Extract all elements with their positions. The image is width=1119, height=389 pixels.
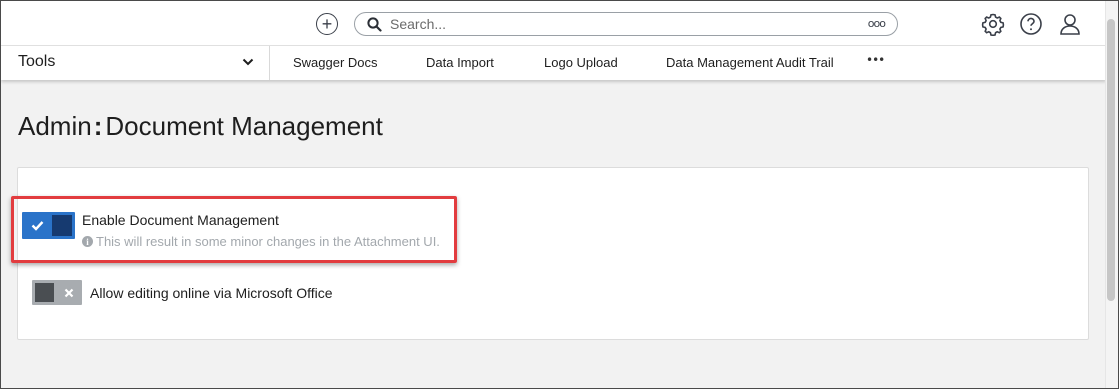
- top-bar: + ooo: [1, 1, 1106, 46]
- page-title-main: Document Management: [105, 111, 383, 141]
- hint-text: This will result in some minor changes i…: [96, 234, 440, 249]
- scrollbar[interactable]: [1105, 1, 1118, 388]
- page-title: Admin: Document Management: [18, 111, 383, 142]
- search-input[interactable]: [390, 15, 820, 33]
- enable-document-management-toggle[interactable]: [22, 212, 75, 239]
- toggle-knob: [35, 283, 54, 302]
- nav-more-button[interactable]: •••: [866, 53, 885, 67]
- chevron-down-icon: [242, 58, 254, 66]
- allow-online-editing-label: Allow editing online via Microsoft Offic…: [90, 285, 333, 301]
- toggle-knob: [52, 215, 72, 236]
- user-icon[interactable]: [1058, 12, 1082, 36]
- info-icon: i: [82, 236, 93, 247]
- close-icon: [64, 288, 74, 298]
- nav-item-data-import[interactable]: Data Import: [426, 55, 494, 70]
- app-window: + ooo Tools Sw: [0, 0, 1119, 389]
- page-title-prefix: Admin: [18, 111, 92, 141]
- gear-icon[interactable]: [981, 12, 1005, 36]
- enable-document-management-hint: i This will result in some minor changes…: [82, 234, 440, 249]
- nav-item-logo-upload[interactable]: Logo Upload: [544, 55, 618, 70]
- page-title-separator: :: [93, 111, 103, 141]
- tools-dropdown[interactable]: Tools: [1, 46, 270, 80]
- plus-circle-icon[interactable]: +: [316, 13, 338, 35]
- nav-bar: Tools Swagger Docs Data Import Logo Uplo…: [1, 46, 1106, 80]
- search-box[interactable]: ooo: [354, 12, 898, 36]
- allow-online-editing-toggle[interactable]: [32, 280, 82, 305]
- tools-label: Tools: [18, 53, 56, 70]
- nav-item-data-management-audit-trail[interactable]: Data Management Audit Trail: [666, 55, 834, 70]
- help-circle-icon[interactable]: [1019, 12, 1043, 36]
- search-options-button[interactable]: ooo: [868, 17, 886, 30]
- check-icon: [31, 221, 44, 231]
- nav-item-swagger-docs[interactable]: Swagger Docs: [293, 55, 378, 70]
- enable-document-management-label: Enable Document Management: [82, 212, 279, 228]
- scrollbar-thumb[interactable]: [1107, 19, 1115, 301]
- highlight-box: [11, 196, 457, 263]
- search-icon: [367, 17, 382, 32]
